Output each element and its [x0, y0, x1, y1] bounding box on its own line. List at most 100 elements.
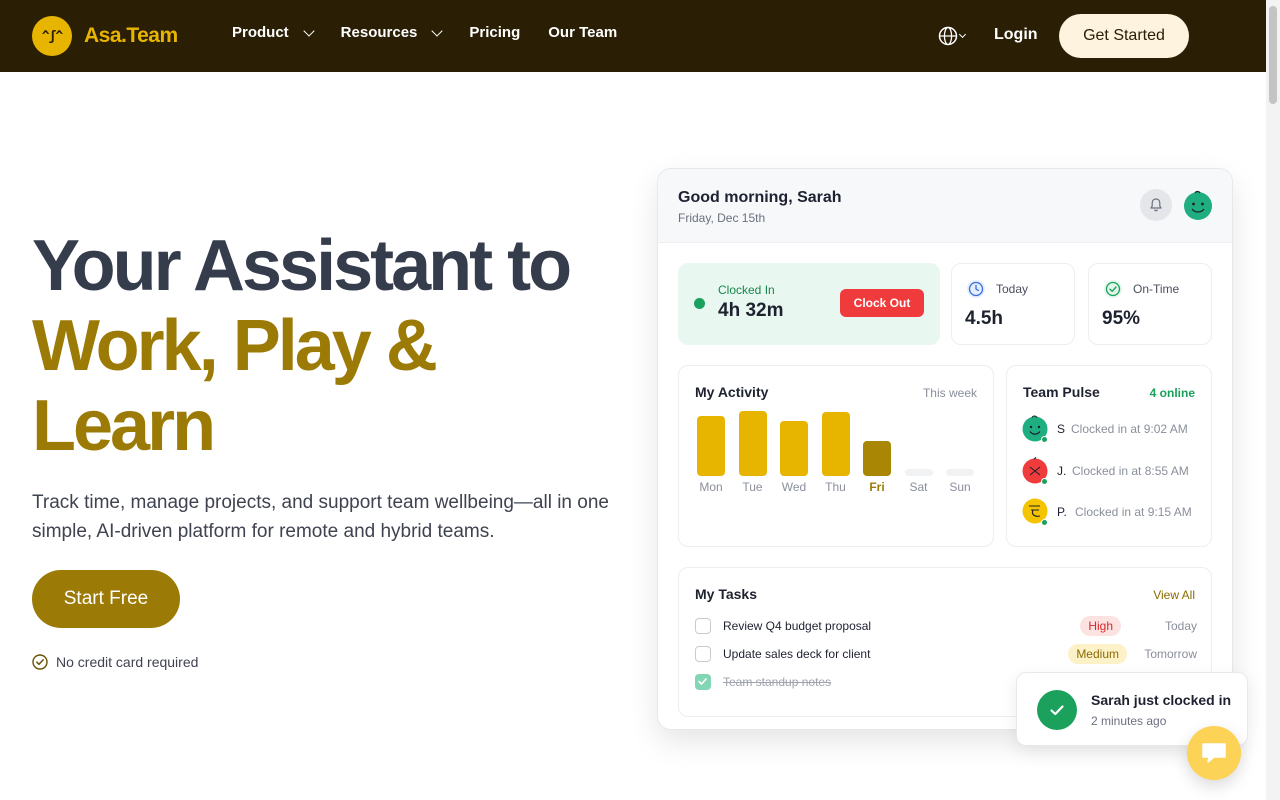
hero-title-line-3: Learn: [32, 386, 216, 466]
member-clock-time: Clocked in at 8:55 AM: [1072, 464, 1189, 478]
check-circle-icon: [32, 654, 48, 670]
check-icon: [1050, 705, 1064, 716]
page-scrollbar[interactable]: [1266, 0, 1280, 800]
activity-day-thu: Thu: [825, 480, 846, 494]
hero-subtitle: Track time, manage projects, and support…: [32, 492, 609, 542]
clock-out-button[interactable]: Clock Out: [840, 289, 924, 317]
toast-title: Sarah just clocked in: [1091, 692, 1232, 708]
activity-day-sat: Sat: [909, 480, 928, 494]
team-member[interactable]: S Clocked in at 9:02 AM: [1021, 414, 1201, 444]
nav-pricing-label: Pricing: [469, 24, 521, 41]
today-stat-card: Today 4.5h: [951, 263, 1075, 345]
online-dot: [1041, 436, 1048, 443]
activity-day-sun: Sun: [949, 480, 971, 494]
nav-our-team-label: Our Team: [548, 24, 618, 41]
activity-bar-sun: [946, 469, 974, 476]
activity-bar-thu: [821, 412, 850, 476]
logo-face-icon: ^ʃ^: [32, 16, 72, 56]
task-due: Today: [1164, 619, 1197, 633]
scrollbar-thumb[interactable]: [1269, 6, 1277, 104]
activity-title: My Activity: [695, 384, 769, 400]
activity-day-tue: Tue: [742, 480, 763, 494]
priority-badge: High: [1080, 616, 1121, 636]
nav-resources[interactable]: Resources: [340, 24, 444, 41]
chevron-down-icon: [958, 30, 967, 39]
ontime-stat-card: On-Time 95%: [1088, 263, 1212, 345]
logo[interactable]: ^ʃ^ Asa.Team: [32, 16, 178, 56]
online-dot: [1041, 478, 1048, 485]
task-checkbox[interactable]: [695, 618, 711, 634]
greeting: Good morning, Sarah: [678, 189, 842, 206]
hero-title-line-2: Work, Play &: [32, 306, 438, 386]
nav-our-team[interactable]: Our Team: [548, 24, 617, 41]
priority-badge: Medium: [1068, 644, 1127, 664]
task-text: Review Q4 budget proposal: [723, 619, 872, 633]
member-initial: S: [1057, 422, 1066, 436]
globe-icon: [938, 26, 958, 46]
toast-check-icon: [1037, 690, 1077, 730]
clock-icon: [967, 280, 985, 298]
chevron-down-icon: [303, 24, 315, 37]
dashboard-preview: Good morning, Sarah Friday, Dec 15th Clo…: [657, 168, 1233, 730]
online-dot: [1041, 519, 1048, 526]
team-member[interactable]: J. Clocked in at 8:55 AM: [1021, 456, 1201, 486]
chevron-down-icon: [431, 24, 444, 37]
activity-panel: My Activity This week Mon Tue Wed Thu Fri Sat…: [678, 365, 994, 547]
activity-bar-wed: [780, 421, 808, 476]
activity-bar-tue: [738, 411, 767, 476]
team-member[interactable]: P. Clocked in at 9:15 AM: [1021, 497, 1201, 527]
member-initial: J.: [1057, 464, 1067, 478]
member-initial: P.: [1057, 505, 1067, 519]
toast-time: 2 minutes ago: [1091, 714, 1167, 728]
task-row: Update sales deck for client Medium Tomo…: [695, 644, 1197, 664]
task-text: Team standup notes: [723, 675, 832, 689]
language-selector[interactable]: [938, 26, 967, 46]
logo-text: Asa.Team: [84, 24, 178, 47]
view-all-link[interactable]: View All: [1153, 588, 1195, 602]
today-value: 4.5h: [965, 308, 1004, 329]
nav-resources-label: Resources: [340, 24, 418, 41]
greeting-date: Friday, Dec 15th: [678, 211, 766, 225]
activity-day-wed: Wed: [781, 480, 807, 494]
tasks-title: My Tasks: [695, 586, 757, 602]
online-count: 4 online: [1149, 386, 1195, 400]
nav-product[interactable]: Product: [232, 24, 315, 41]
chat-icon: [1202, 743, 1226, 763]
status-dot: [694, 298, 705, 309]
check-icon: [698, 678, 707, 685]
activity-day-mon: Mon: [699, 480, 723, 494]
ontime-value: 95%: [1102, 308, 1141, 329]
user-avatar[interactable]: [1182, 189, 1214, 221]
task-row: Review Q4 budget proposal High Today: [695, 616, 1197, 636]
login-link[interactable]: Login: [994, 26, 1038, 44]
activity-period: This week: [922, 386, 977, 400]
hero-title-line-1: Your Assistant to: [32, 226, 572, 306]
no-credit-card-note: No credit card required: [32, 654, 198, 670]
dashboard-header: Good morning, Sarah Friday, Dec 15th: [658, 169, 1232, 243]
activity-bar-fri: [863, 441, 891, 476]
start-free-button[interactable]: Start Free: [32, 570, 180, 628]
team-pulse-title: Team Pulse: [1023, 384, 1100, 400]
ontime-label: On-Time: [1133, 282, 1180, 296]
member-clock-time: Clocked in at 9:02 AM: [1071, 422, 1188, 436]
top-nav: ^ʃ^ Asa.Team Product Resources Pricing O…: [0, 0, 1266, 72]
chat-button[interactable]: [1187, 726, 1241, 780]
clock-status-card: Clocked In 4h 32m Clock Out: [678, 263, 940, 345]
today-label: Today: [996, 282, 1029, 296]
nav-pricing[interactable]: Pricing: [469, 24, 520, 41]
task-checkbox[interactable]: [695, 646, 711, 662]
activity-bar-mon: [697, 416, 725, 476]
check-circle-icon: [1104, 280, 1122, 298]
activity-bars: [697, 406, 977, 476]
notifications-button[interactable]: [1140, 189, 1172, 221]
nav-links: Product Resources Pricing Our Team: [232, 24, 645, 41]
no-credit-card-text: No credit card required: [56, 654, 199, 670]
activity-bar-sat: [904, 469, 933, 476]
hero-title: Your Assistant to Work, Play & Learn: [32, 226, 572, 466]
nav-product-label: Product: [232, 24, 289, 41]
bell-icon: [1150, 198, 1162, 212]
member-clock-time: Clocked in at 9:15 AM: [1075, 505, 1192, 519]
get-started-button[interactable]: Get Started: [1059, 14, 1189, 58]
activity-day-fri: Fri: [869, 480, 885, 494]
task-checkbox[interactable]: [695, 674, 711, 690]
